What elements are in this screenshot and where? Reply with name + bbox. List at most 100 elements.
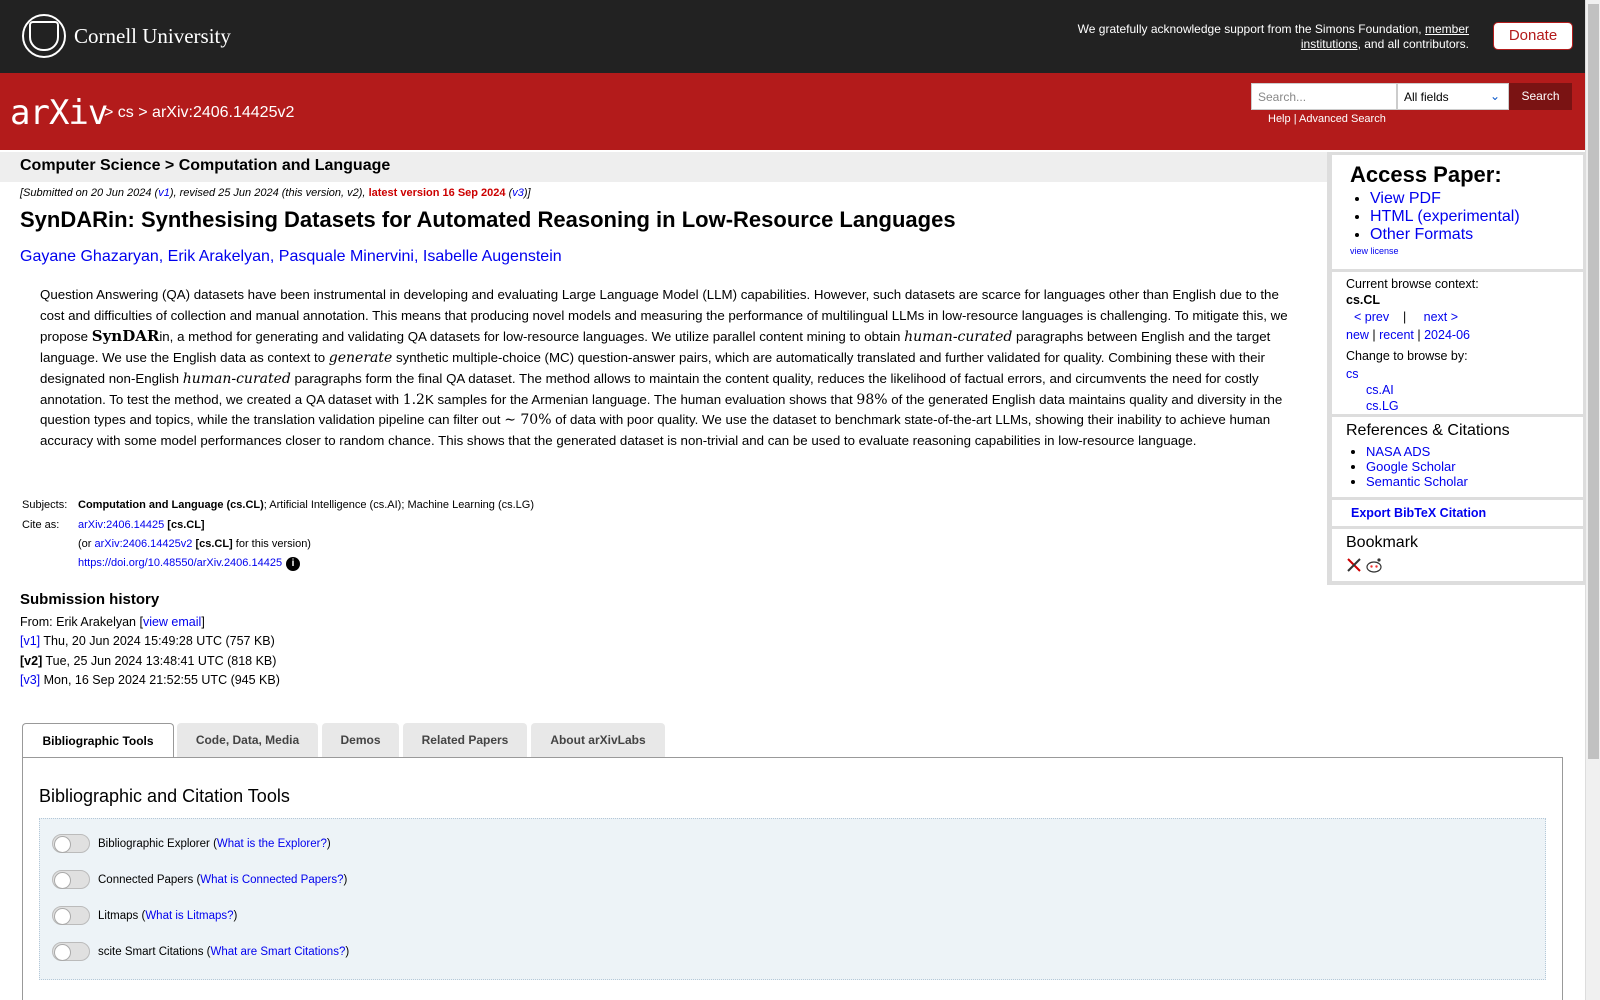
html-experimental-link[interactable]: HTML (experimental): [1370, 208, 1520, 225]
version-entry: [v2] Tue, 25 Jun 2024 13:48:41 UTC (818 …: [20, 654, 277, 668]
version-link[interactable]: [v1]: [20, 634, 40, 648]
version-entry: [v3] Mon, 16 Sep 2024 21:52:55 UTC (945 …: [20, 673, 280, 687]
next-link[interactable]: next >: [1424, 310, 1458, 324]
scrollbar-thumb[interactable]: [1588, 4, 1599, 759]
search-button[interactable]: Search: [1509, 83, 1572, 110]
search-field-select[interactable]: All fields ⌄: [1397, 83, 1509, 110]
right-sidebar: Access Paper: View PDF HTML (experimenta…: [1327, 152, 1585, 585]
math-1-2: 1.2: [402, 391, 425, 408]
prev-link[interactable]: < prev: [1354, 310, 1389, 324]
support-acknowledgement: We gratefully acknowledge support from t…: [1077, 22, 1469, 51]
tool-info-link[interactable]: What is Litmaps?: [145, 910, 233, 922]
google-scholar-link[interactable]: Google Scholar: [1366, 459, 1456, 474]
view-license-link[interactable]: view license: [1350, 246, 1583, 256]
author-link[interactable]: Isabelle Augenstein: [423, 248, 562, 265]
cornell-header: Cornell University We gratefully acknowl…: [0, 0, 1585, 73]
references-heading: References & Citations: [1346, 422, 1510, 439]
subjects-value: Computation and Language (cs.CL); Artifi…: [78, 499, 535, 511]
bibsonomy-icon[interactable]: [1346, 557, 1362, 573]
donate-button[interactable]: Donate: [1493, 22, 1573, 50]
export-bibtex-link[interactable]: Export BibTeX Citation: [1351, 506, 1486, 520]
semantic-scholar-link[interactable]: Semantic Scholar: [1366, 474, 1468, 489]
search-input[interactable]: Search...: [1251, 83, 1397, 110]
syndar-math: SynDAR: [91, 327, 160, 346]
cite-label: Cite as:: [22, 519, 60, 531]
cornell-logo[interactable]: Cornell University: [22, 14, 231, 58]
connected-papers-toggle[interactable]: [52, 870, 90, 889]
browse-cs-link[interactable]: cs: [1346, 366, 1583, 382]
doi-link[interactable]: https://doi.org/10.48550/arXiv.2406.1442…: [78, 557, 282, 569]
bibtex-box: Export BibTeX Citation: [1332, 500, 1583, 526]
tool-row: scite Smart Citations (What are Smart Ci…: [52, 942, 349, 961]
tool-row: Bibliographic Explorer (What is the Expl…: [52, 834, 331, 853]
month-link[interactable]: 2024-06: [1424, 328, 1470, 342]
new-link[interactable]: new: [1346, 328, 1369, 342]
page-scrollbar[interactable]: [1585, 0, 1600, 1000]
change-browse-label: Change to browse by:: [1346, 349, 1468, 363]
other-formats-link[interactable]: Other Formats: [1370, 226, 1473, 243]
recent-link[interactable]: recent: [1379, 328, 1414, 342]
tab-about-arxivlabs[interactable]: About arXivLabs: [531, 723, 665, 757]
subject-header: Computer Science > Computation and Langu…: [0, 152, 1327, 182]
browse-cs-lg-link[interactable]: cs.LG: [1346, 398, 1583, 414]
cite-value: arXiv:2406.14425 [cs.CL]: [78, 519, 205, 531]
math-human-curated: human-curated: [904, 329, 1013, 346]
access-paper-heading: Access Paper:: [1350, 162, 1502, 187]
v3-link[interactable]: v3: [512, 187, 524, 199]
prev-next-row: < prev | next >: [1354, 310, 1459, 324]
submission-history-heading: Submission history: [20, 591, 160, 608]
submission-dateline: [Submitted on 20 Jun 2024 (v1), revised …: [20, 187, 531, 199]
abstract: Question Answering (QA) datasets have be…: [40, 287, 1288, 448]
cite-id-link[interactable]: arXiv:2406.14425: [78, 519, 164, 531]
bookmark-heading: Bookmark: [1346, 534, 1419, 551]
bookmark-icons: [1346, 557, 1583, 573]
tab-code-data-media[interactable]: Code, Data, Media: [177, 723, 318, 757]
tool-info-link[interactable]: What are Smart Citations?: [210, 946, 345, 958]
panel-heading: Bibliographic and Citation Tools: [39, 786, 290, 806]
tool-row: Connected Papers (What is Connected Pape…: [52, 870, 347, 889]
cornell-name: Cornell University: [74, 23, 231, 48]
access-paper-box: Access Paper: View PDF HTML (experimenta…: [1332, 155, 1583, 269]
author-link[interactable]: Gayane Ghazaryan: [20, 248, 159, 265]
version-link[interactable]: [v3]: [20, 673, 40, 687]
bibliographic-explorer-toggle[interactable]: [52, 834, 90, 853]
tool-info-link[interactable]: What is Connected Papers?: [200, 874, 343, 886]
help-link[interactable]: Help: [1268, 113, 1291, 125]
list-links-row: new | recent | 2024-06: [1346, 328, 1470, 342]
breadcrumb: > cs > arXiv:2406.14425v2: [104, 104, 295, 121]
arxiv-logo[interactable]: arXiv: [10, 93, 108, 133]
tab-demos[interactable]: Demos: [322, 723, 399, 757]
author-link[interactable]: Pasquale Minervini: [279, 248, 414, 265]
view-pdf-link[interactable]: View PDF: [1370, 190, 1441, 207]
math-generate: generate: [328, 350, 393, 367]
latest-version-notice: latest version 16 Sep 2024: [368, 187, 506, 199]
reddit-icon[interactable]: [1365, 557, 1383, 573]
browse-context-box: Current browse context: cs.CL < prev | n…: [1332, 272, 1583, 414]
advanced-search-link[interactable]: Advanced Search: [1299, 113, 1386, 125]
litmaps-toggle[interactable]: [52, 906, 90, 925]
tab-related-papers[interactable]: Related Papers: [403, 723, 527, 757]
tools-list: Bibliographic Explorer (What is the Expl…: [39, 818, 1546, 980]
math-human-curated: human-curated: [182, 370, 291, 387]
tool-info-link[interactable]: What is the Explorer?: [217, 838, 327, 850]
arxiv-nav-bar: arXiv > cs > arXiv:2406.14425v2 Search..…: [0, 73, 1585, 150]
info-icon[interactable]: i: [286, 557, 301, 571]
v1-link[interactable]: v1: [158, 187, 170, 199]
view-email-link[interactable]: view email: [143, 615, 201, 629]
chevron-down-icon: ⌄: [1489, 89, 1500, 103]
tool-row: Litmaps (What is Litmaps?): [52, 906, 237, 925]
nasa-ads-link[interactable]: NASA ADS: [1366, 444, 1430, 459]
browse-cs-ai-link[interactable]: cs.AI: [1346, 382, 1583, 398]
cite-version-value: (or arXiv:2406.14425v2 [cs.CL] for this …: [78, 538, 311, 550]
cite-version-link[interactable]: arXiv:2406.14425v2: [95, 538, 193, 550]
author-link[interactable]: Erik Arakelyan: [168, 248, 270, 265]
scite-toggle[interactable]: [52, 942, 90, 961]
math-98: 98%: [856, 391, 888, 408]
submitted-from: From: Erik Arakelyan [view email]: [20, 615, 205, 629]
breadcrumb-cs[interactable]: cs: [118, 104, 134, 121]
tab-panel: Bibliographic and Citation Tools Bibliog…: [22, 757, 1563, 1000]
tab-bibliographic-tools[interactable]: Bibliographic Tools: [22, 723, 174, 758]
subjects-label: Subjects:: [22, 499, 68, 511]
current-version-tag: [v2]: [20, 654, 43, 668]
cornell-seal-icon: [22, 14, 66, 58]
